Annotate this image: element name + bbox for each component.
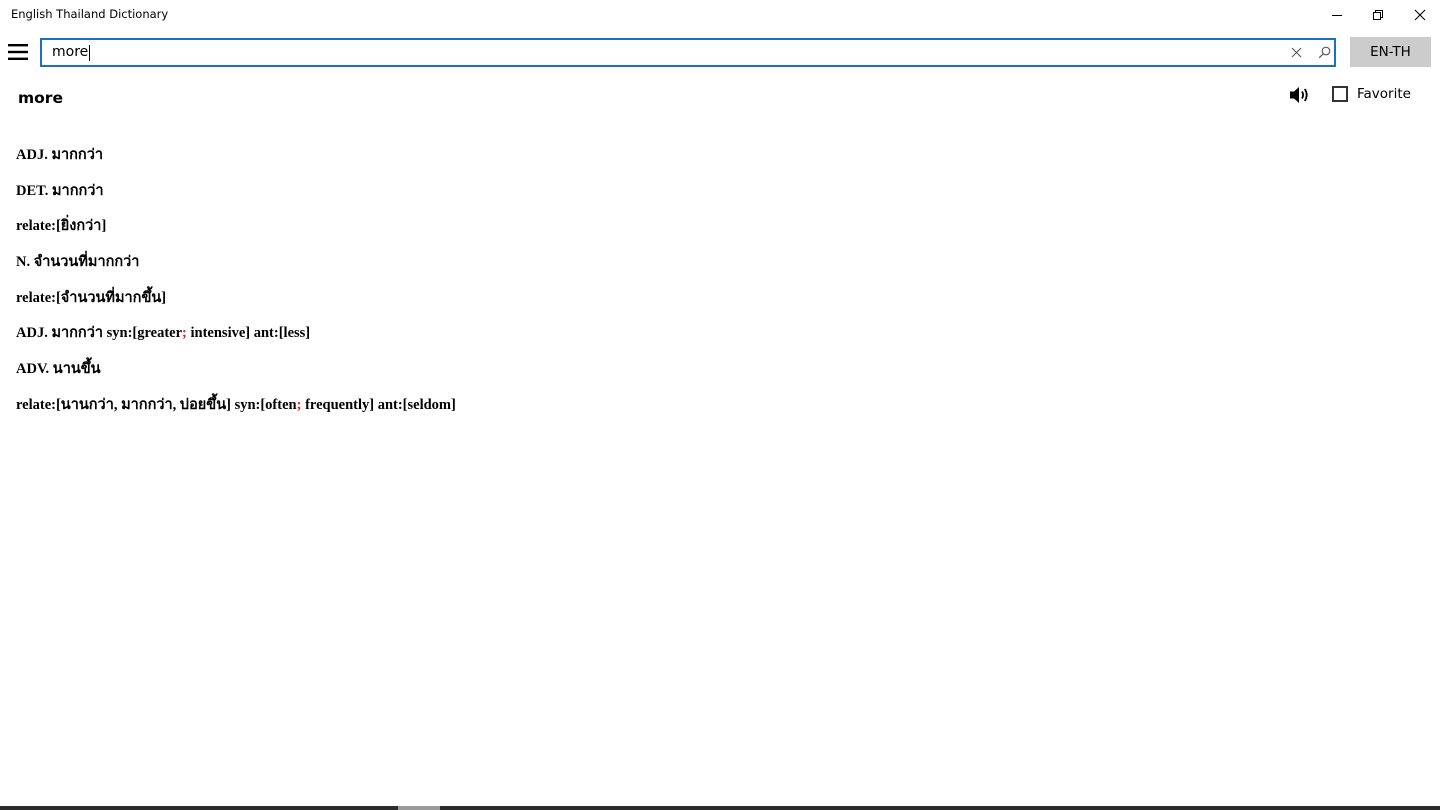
definition-line: ADJ. มากกว่า syn:[greater; intensive] an…: [16, 323, 1316, 359]
definition-text: relate:[นานกว่า, มากกว่า, บ่อยขึ้น] syn:…: [16, 396, 297, 413]
definition-text: relate:[จำนวนที่มากขึ้น]: [16, 289, 167, 306]
restore-icon: [1372, 10, 1383, 20]
definition-text: intensive] ant:[less]: [186, 325, 311, 342]
definition-line: relate:[จำนวนที่มากขึ้น]: [16, 288, 1316, 324]
definition-text: ADV. นานขึ้น: [16, 361, 101, 378]
language-toggle-button[interactable]: EN-TH: [1350, 37, 1431, 67]
speaker-icon: [1290, 87, 1308, 103]
definition-line: DET. มากกว่า: [16, 181, 1316, 217]
definition-line: ADJ. มากกว่า: [16, 145, 1316, 181]
bottom-edge-highlight: [398, 806, 440, 810]
app-window: English Thailand Dictionary more EN-TH m…: [0, 0, 1440, 810]
definition-list: ADJ. มากกว่า DET. มากกว่า relate:[ยิ่งกว่า…: [16, 145, 1316, 431]
definition-line: N. จำนวนที่มากกว่า: [16, 252, 1316, 288]
search-box[interactable]: [40, 38, 1336, 67]
definition-text: ADJ. มากกว่า syn:[greater: [16, 325, 183, 342]
bottom-edge: [0, 806, 1440, 810]
definition-line: relate:[ยิ่งกว่า]: [16, 216, 1316, 252]
title-bar: English Thailand Dictionary: [0, 0, 1440, 30]
pronounce-button[interactable]: [1287, 82, 1313, 108]
close-button[interactable]: [1399, 0, 1440, 30]
favorite-label: Favorite: [1357, 86, 1411, 102]
search-input[interactable]: [52, 40, 1272, 65]
definition-text: relate:[ยิ่งกว่า]: [16, 218, 107, 235]
favorite-checkbox[interactable]: Favorite: [1332, 84, 1411, 104]
app-title: English Thailand Dictionary: [11, 7, 169, 21]
minimize-icon: [1331, 15, 1342, 16]
definition-text: frequently] ant:[seldom]: [301, 396, 456, 413]
text-caret: [89, 45, 91, 61]
restore-button[interactable]: [1357, 0, 1398, 30]
definition-text: ADJ. มากกว่า: [16, 147, 103, 163]
close-icon: [1414, 9, 1425, 21]
hamburger-menu-icon: [8, 44, 28, 60]
definition-text: N. จำนวนที่มากกว่า: [16, 254, 140, 271]
checkbox-icon: [1332, 86, 1348, 102]
menu-button[interactable]: [6, 38, 30, 66]
search-icon: [1318, 46, 1330, 59]
clear-search-button[interactable]: [1286, 40, 1306, 65]
minimize-button[interactable]: [1316, 0, 1357, 30]
headword-title: more: [18, 89, 63, 107]
definition-line: ADV. นานขึ้น: [16, 359, 1316, 395]
definition-line: relate:[นานกว่า, มากกว่า, บ่อยขึ้น] syn:…: [16, 395, 1316, 431]
clear-x-icon: [1291, 47, 1301, 58]
search-button[interactable]: [1314, 40, 1334, 65]
definition-text: DET. มากกว่า: [16, 182, 104, 199]
